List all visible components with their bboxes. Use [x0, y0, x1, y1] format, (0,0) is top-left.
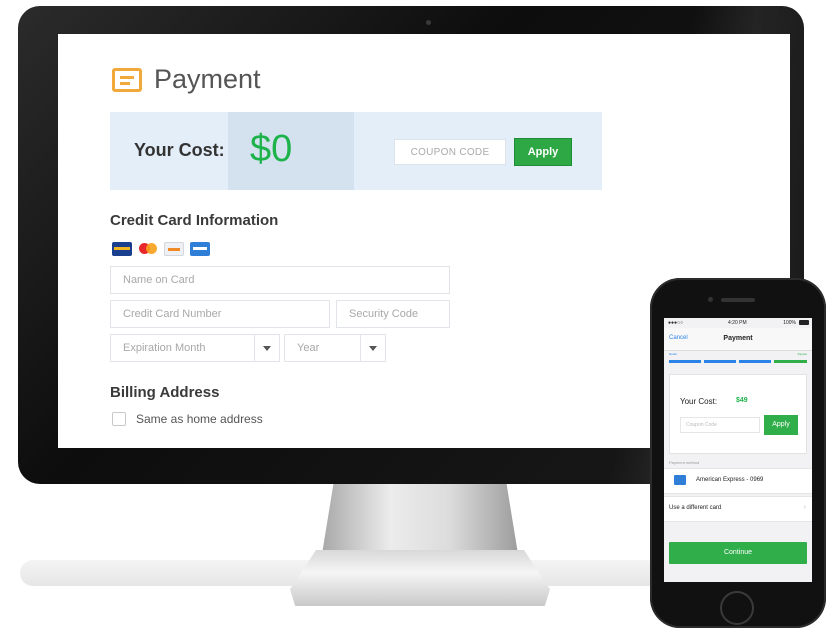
same-as-home-checkbox[interactable]: [112, 412, 126, 426]
credit-card-heading: Credit Card Information: [110, 212, 279, 229]
phone-speaker: [721, 298, 755, 302]
expiration-month-select[interactable]: Expiration Month: [110, 334, 280, 362]
different-card-label: Use a different card: [669, 505, 722, 511]
different-card-row[interactable]: Use a different card ›: [664, 496, 812, 522]
payment-document-icon: [112, 67, 142, 92]
name-on-card-input[interactable]: Name on Card: [110, 266, 450, 294]
continue-button[interactable]: Continue: [669, 542, 807, 564]
saved-card-label: American Express - 0969: [696, 477, 764, 483]
apply-button[interactable]: Apply: [514, 138, 572, 166]
mobile-cost-label: Your Cost:: [680, 397, 718, 406]
mobile-cost-value: $49: [736, 397, 748, 404]
card-brand-list: [112, 242, 210, 256]
phone-camera-icon: [708, 297, 713, 302]
coupon-code-input[interactable]: COUPON CODE: [394, 139, 506, 165]
cost-value: $0: [250, 128, 293, 170]
chevron-right-icon: ›: [803, 504, 806, 511]
expiration-month-label: Expiration Month: [123, 342, 206, 354]
progress-steps: Detail Payout: [669, 352, 807, 366]
billing-address-heading: Billing Address: [110, 384, 220, 401]
security-code-input[interactable]: Security Code: [336, 300, 450, 328]
mobile-payment-screen: ●●●○○ 4:20 PM 100% Cancel Payment Detail…: [664, 318, 812, 582]
step-left-label: Detail: [669, 352, 677, 356]
battery-icon: [799, 320, 809, 325]
amex-icon: [190, 242, 210, 256]
mastercard-icon: [138, 242, 158, 256]
card-number-input[interactable]: Credit Card Number: [110, 300, 330, 328]
visa-icon: [112, 242, 132, 256]
page-header: Payment: [112, 64, 261, 95]
chevron-down-icon: [360, 335, 385, 361]
progress-segment: [669, 360, 701, 363]
signal-icon: ●●●○○: [668, 320, 684, 326]
progress-segment: [704, 360, 736, 363]
camera-icon: [426, 20, 431, 25]
progress-segment: [774, 360, 807, 363]
home-button[interactable]: [720, 591, 754, 625]
mobile-nav-bar: Cancel Payment: [664, 328, 812, 351]
monitor-stand-neck: [322, 482, 518, 554]
mobile-coupon-input[interactable]: Coupon Code: [680, 417, 760, 433]
payment-method-heading: Payment method: [669, 460, 700, 465]
status-time: 4:20 PM: [728, 320, 747, 326]
status-bar: ●●●○○ 4:20 PM 100%: [664, 318, 812, 328]
status-battery: 100%: [783, 320, 796, 326]
mobile-apply-button[interactable]: Apply: [764, 415, 798, 435]
chevron-down-icon: [254, 335, 279, 361]
step-right-label: Payout: [797, 352, 807, 356]
mobile-title: Payment: [723, 335, 753, 342]
mobile-phone: ●●●○○ 4:20 PM 100% Cancel Payment Detail…: [650, 278, 826, 628]
mobile-cost-card: Your Cost: $49 Coupon Code Apply: [669, 374, 807, 454]
amex-icon: [674, 475, 686, 485]
page-title: Payment: [154, 64, 261, 94]
cost-label: Your Cost:: [134, 140, 225, 160]
progress-segment: [739, 360, 771, 363]
cost-band: Your Cost: $0 COUPON CODE Apply: [110, 112, 602, 190]
year-label: Year: [297, 342, 320, 354]
monitor-stand-foot: [290, 550, 550, 606]
year-select[interactable]: Year: [284, 334, 386, 362]
saved-card-row[interactable]: American Express - 0969: [664, 468, 812, 494]
discover-icon: [164, 242, 184, 256]
same-as-home-label: Same as home address: [136, 412, 263, 426]
